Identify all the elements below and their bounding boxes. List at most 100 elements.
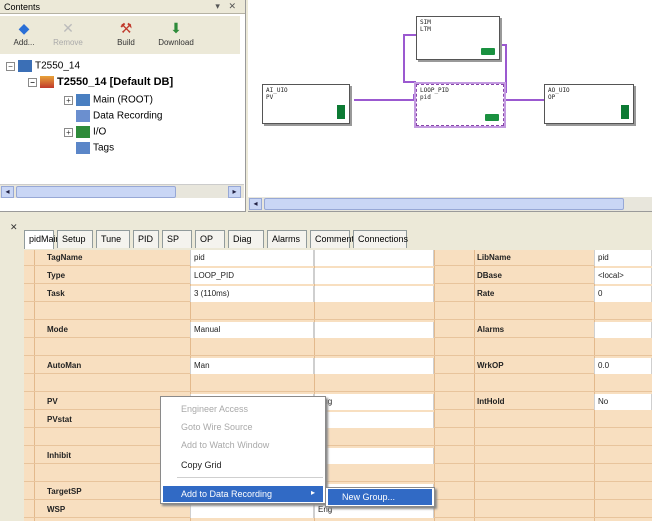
pin-icon[interactable]: ▾ [215,1,223,11]
tree-root-label: T2550_14 [35,60,81,72]
tree-item-main[interactable]: + Main (ROOT) [64,94,153,108]
parameter-name [474,376,592,392]
build-button-label: Build [117,38,135,47]
scroll-right-icon[interactable]: ▸ [228,186,241,198]
menu-item-copy-grid[interactable]: Copy Grid [163,457,323,473]
parameter-units[interactable] [314,268,434,284]
parameter-units[interactable] [314,250,434,266]
block-tag: OP [548,94,556,101]
parameter-units[interactable] [314,322,434,338]
parameter-value[interactable]: No [594,394,652,410]
menu-item-add-to-watch-window[interactable]: Add to Watch Window [163,437,323,453]
tab-connections[interactable]: Connections [353,230,408,248]
block-status-icon [485,114,499,121]
menu-item-new-group[interactable]: New Group... [328,489,432,505]
scroll-left-icon[interactable]: ◂ [249,198,262,210]
close-icon[interactable]: ✕ [10,222,18,233]
add-button[interactable]: ◆ Add... [2,20,46,52]
menu-item-label: Goto Wire Source [181,422,253,432]
tab-setup[interactable]: Setup [57,230,93,248]
tree-item-io[interactable]: + I/O [64,126,106,140]
menu-item-label: Engineer Access [181,404,249,414]
tab-diag[interactable]: Diag [228,230,264,248]
parameter-name: IntHold [477,397,505,406]
menu-item-label: Copy Grid [181,460,222,470]
parameter-name [474,502,592,518]
parameter-name: Type [47,271,66,280]
tab-sp[interactable]: SP [162,230,192,248]
loop-pid-block[interactable]: LOOP_PID pid [414,82,506,128]
contents-title-bar: Contents ▾ ✕ [0,0,245,14]
parameter-name: DBase [477,271,502,280]
parameter-value[interactable]: Man [190,358,314,374]
parameter-units[interactable] [314,358,434,374]
block-status-icon [337,105,345,119]
parameter-units[interactable] [314,286,434,302]
menu-item-goto-wire-source[interactable]: Goto Wire Source [163,419,323,435]
tree-item-root[interactable]: − T2550_14 [6,60,80,74]
function-block-diagram[interactable]: AI_UIO PV SIM LTM LOOP_PID pid AO_UIO OP… [248,0,652,212]
scroll-thumb[interactable] [16,186,176,198]
parameter-value[interactable]: pid [190,250,314,266]
block-tag: LTM [420,26,431,33]
parameter-value[interactable]: 0.0 [594,358,652,374]
build-button[interactable]: ⚒ Build [104,20,148,52]
ai-uio-block[interactable]: AI_UIO PV [262,84,350,124]
tree-item-data-recording[interactable]: Data Recording [76,110,162,124]
scroll-left-icon[interactable]: ◂ [1,186,14,198]
close-icon[interactable]: ✕ [228,1,239,11]
parameter-value[interactable]: 0 [594,286,652,302]
diagram-horizontal-scrollbar[interactable]: ◂ [248,197,652,211]
collapse-icon[interactable]: − [6,61,15,71]
parameter-units[interactable] [314,412,434,428]
expand-icon[interactable]: + [64,95,73,105]
panel-controls[interactable]: ▾ ✕ [215,1,239,12]
parameter-name [44,466,164,482]
collapse-icon[interactable]: − [28,77,37,87]
project-icon [18,60,32,72]
menu-item-engineer-access[interactable]: Engineer Access [163,401,323,417]
parameter-value[interactable]: 3 (110ms) [190,286,314,302]
parameter-units[interactable] [314,448,434,464]
tree-io-label: I/O [93,126,107,138]
parameter-name: Task [47,289,65,298]
parameter-value[interactable]: <local> [594,268,652,284]
parameter-name: Inhibit [47,451,71,460]
tab-pid[interactable]: PID [133,230,159,248]
menu-item-label: Add to Data Recording [181,489,273,499]
tab-op[interactable]: OP [195,230,225,248]
menu-item-add-to-data-recording[interactable]: Add to Data Recording ▸ [163,486,323,502]
tab-pidmain[interactable]: pidMain [24,230,61,249]
parameter-value[interactable] [190,502,314,518]
parameter-value[interactable] [594,322,652,338]
parameter-value[interactable]: pid [594,250,652,266]
contents-horizontal-scrollbar[interactable]: ◂ ▸ [0,184,244,198]
parameter-units[interactable]: Eng [314,394,434,410]
parameter-value[interactable]: LOOP_PID [190,268,314,284]
parameter-name [474,484,592,500]
tree-item-database[interactable]: − T2550_14 [Default DB] [28,76,173,90]
parameter-name [44,304,164,320]
parameter-name: PV [47,397,58,406]
block-type: SIM [420,19,431,26]
ao-uio-block[interactable]: AO_UIO OP [544,84,634,124]
parameter-name: Rate [477,289,495,298]
tab-alarms[interactable]: Alarms [267,230,307,248]
remove-icon: ✕ [62,20,74,36]
grid-row: Inhibit [24,448,652,464]
tree-item-tags[interactable]: Tags [76,142,114,156]
block-type: LOOP_PID [420,87,449,94]
sim-block[interactable]: SIM LTM [416,16,500,60]
tab-comment[interactable]: Comment [310,230,354,248]
parameter-value[interactable]: Manual [190,322,314,338]
parameter-name: TagName [47,253,83,262]
download-button[interactable]: ⬇ Download [150,20,202,52]
grid-row [24,466,652,482]
expand-icon[interactable]: + [64,127,73,137]
remove-button[interactable]: ✕ Remove [46,20,90,52]
tab-tune[interactable]: Tune [96,230,130,248]
context-menu: Engineer Access Goto Wire Source Add to … [160,396,326,504]
scroll-thumb[interactable] [264,198,624,210]
grid-row: Type LOOP_PID DBase <local> [24,268,652,284]
database-icon [40,76,54,89]
